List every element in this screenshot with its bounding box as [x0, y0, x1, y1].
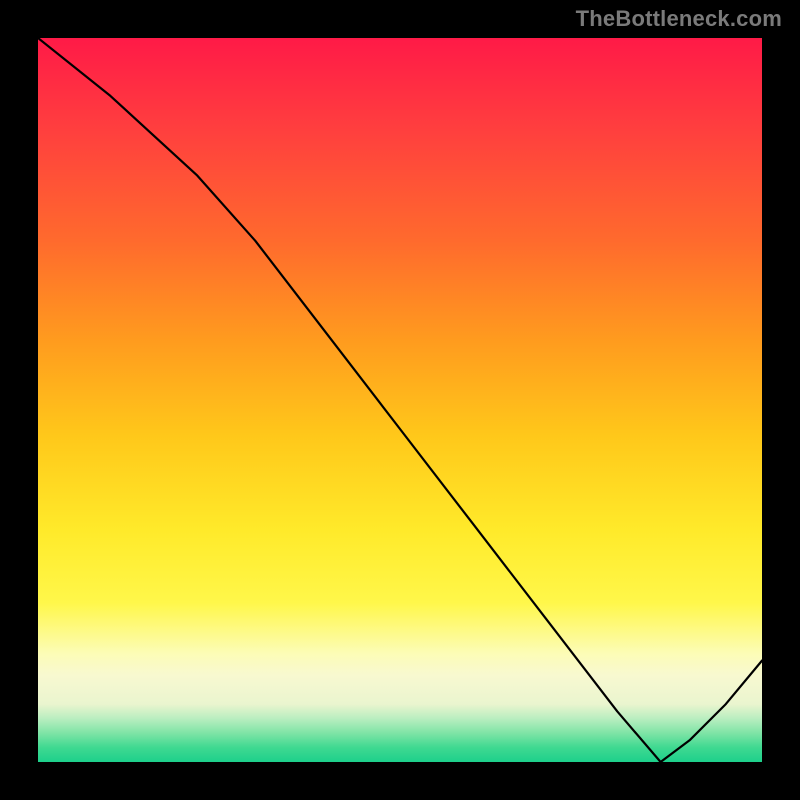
watermark-text: TheBottleneck.com	[576, 6, 782, 32]
chart-curve-svg	[38, 38, 762, 762]
bottleneck-curve	[38, 38, 762, 762]
chart-area	[38, 38, 762, 762]
